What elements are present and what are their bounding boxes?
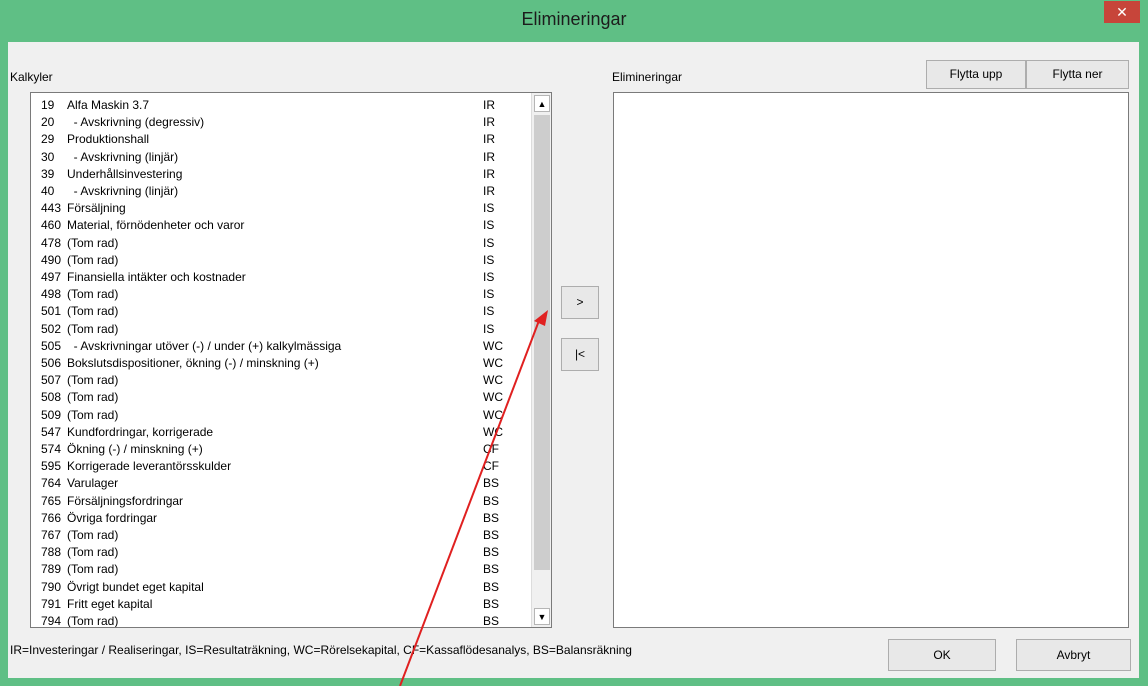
annotation-arrow-head (534, 310, 548, 326)
annotation-arrow-line (399, 317, 541, 686)
annotation-arrow (399, 310, 548, 686)
dialog-window: Elimineringar ✕ Kalkyler 19 Alfa Maskin 3… (0, 0, 1148, 686)
